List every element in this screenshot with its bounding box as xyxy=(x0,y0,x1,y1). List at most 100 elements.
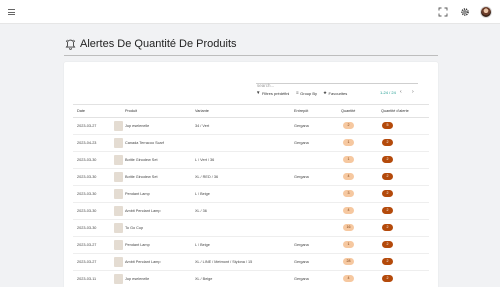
quantity-badge: 1 xyxy=(343,156,354,163)
table-row[interactable]: 2023-03-30 Ambit Pendant Lamp XL / 36 4 … xyxy=(73,203,429,220)
date-cell: 2023-03-30 xyxy=(77,192,97,196)
product-cell: Jup eselenelle xyxy=(125,124,150,128)
table-row[interactable]: 2023-03-30 Bottle Ginodew Set XL / RED /… xyxy=(73,169,429,186)
table-row[interactable]: 2023-03-30 Bottle Ginodew Set L / Vert /… xyxy=(73,152,429,169)
favourites-button[interactable]: ★ Favourites xyxy=(323,89,347,97)
variant-cell: XL / LINE / Metmont / Stylona / 15 xyxy=(195,260,253,264)
quantity-badge: 1 xyxy=(343,241,354,248)
group-by-button[interactable]: ≡ Group By xyxy=(296,89,317,97)
quantity-badge: 4 xyxy=(343,207,354,214)
quantity-badge: 2 xyxy=(343,122,354,129)
product-cell: Ambit Pendant Lamp xyxy=(125,209,161,213)
column-header-date[interactable]: Date xyxy=(77,109,85,113)
alert-quantity-badge: 2 xyxy=(382,258,393,265)
page-title: Alertes De Quantité De Produits xyxy=(80,38,237,50)
date-cell: 2023-03-30 xyxy=(77,209,97,213)
group-by-label: Group By xyxy=(300,90,318,96)
date-cell: 2023-03-30 xyxy=(77,226,97,230)
gear-icon[interactable] xyxy=(460,7,470,17)
table-row[interactable]: 2023-03-30 To Go Cup 16 2 xyxy=(73,220,429,237)
search-box xyxy=(256,74,418,90)
product-thumbnail xyxy=(114,274,123,284)
date-cell: 2023-03-30 xyxy=(77,175,97,179)
date-cell: 2023-03-27 xyxy=(77,243,97,247)
product-thumbnail xyxy=(114,155,123,165)
filters-button[interactable]: ▼ Filtres prédéfini xyxy=(256,89,289,97)
alert-quantity-badge: 5 xyxy=(382,122,393,129)
bell-icon xyxy=(65,39,76,50)
variant-cell: XL / RED / 36 xyxy=(195,175,219,179)
alert-quantity-badge: 2 xyxy=(382,156,393,163)
warehouse-cell: Gergana xyxy=(294,260,309,264)
column-header-product[interactable]: Produit xyxy=(125,109,137,113)
alert-quantity-badge: 2 xyxy=(382,275,393,282)
alert-quantity-badge: 2 xyxy=(382,139,393,146)
quantity-badge: 3 xyxy=(343,190,354,197)
expand-icon[interactable] xyxy=(438,7,448,17)
product-thumbnail xyxy=(114,240,123,250)
hamburger-icon[interactable] xyxy=(8,9,15,15)
star-icon: ★ xyxy=(323,89,328,95)
table-row[interactable]: 2023-03-30 Pendant Lamp L / Beige 3 2 xyxy=(73,186,429,203)
favourites-label: Favourites xyxy=(328,90,348,96)
group-by-icon: ≡ xyxy=(296,89,299,95)
variant-cell: 34 / Vert xyxy=(195,124,210,128)
product-thumbnail xyxy=(114,138,123,148)
product-cell: Ambit Pendant Lamp xyxy=(125,260,161,264)
date-cell: 2023-03-11 xyxy=(77,277,97,281)
variant-cell: L / Beige xyxy=(195,192,210,196)
product-cell: Pendant Lamp xyxy=(125,192,150,196)
alert-quantity-badge: 2 xyxy=(382,224,393,231)
column-header-quantity[interactable]: Quantité xyxy=(341,109,355,113)
product-thumbnail xyxy=(114,172,123,182)
quantity-badge: 16 xyxy=(343,224,354,231)
table-header: Date Produit Variante Entrepôt Quantité … xyxy=(73,104,429,118)
alert-quantity-badge: 2 xyxy=(382,190,393,197)
product-cell: Jup eselenelle xyxy=(125,277,150,281)
pager-value[interactable]: 1-24 / 24 xyxy=(380,90,396,95)
top-navbar xyxy=(0,0,500,24)
product-cell: Bottle Ginodew Set xyxy=(125,158,158,162)
variant-cell: XL / 36 xyxy=(195,209,207,213)
table-row[interactable]: 2023-03-27 Pendant Lamp L / Beige Gergan… xyxy=(73,237,429,254)
alert-quantity-badge: 2 xyxy=(382,241,393,248)
filters-label: Filtres prédéfini xyxy=(261,90,290,96)
warehouse-cell: Gergana xyxy=(294,141,309,145)
date-cell: 2023-04-23 xyxy=(77,141,97,145)
date-cell: 2023-03-27 xyxy=(77,124,97,128)
table-row[interactable]: 2023-03-27 Ambit Pendant Lamp XL / LINE … xyxy=(73,254,429,271)
pager-next-icon[interactable]: › xyxy=(412,89,414,95)
quantity-badge: 4 xyxy=(343,275,354,282)
variant-cell: XL / Beige xyxy=(195,277,213,281)
product-thumbnail xyxy=(114,257,123,267)
warehouse-cell: Gergana xyxy=(294,124,309,128)
column-header-alert-quantity[interactable]: Quantité d'alerte xyxy=(381,109,409,113)
product-thumbnail xyxy=(114,189,123,199)
warehouse-cell: Gergana xyxy=(294,243,309,247)
product-thumbnail xyxy=(114,206,123,216)
filter-icon: ▼ xyxy=(256,89,261,95)
variant-cell: L / Beige xyxy=(195,243,210,247)
table-row[interactable]: 2023-03-11 Jup eselenelle XL / Beige Ger… xyxy=(73,271,429,287)
date-cell: 2023-03-30 xyxy=(77,158,97,162)
date-cell: 2023-03-27 xyxy=(77,260,97,264)
product-thumbnail xyxy=(114,121,123,131)
alert-quantity-badge: 2 xyxy=(382,173,393,180)
product-cell: Pendant Lamp xyxy=(125,243,150,247)
alert-quantity-badge: 2 xyxy=(382,207,393,214)
quantity-badge: 4 xyxy=(343,173,354,180)
variant-cell: L / Vert / 36 xyxy=(195,158,215,162)
product-thumbnail xyxy=(114,223,123,233)
table-row[interactable]: 2023-04-23 Canada Terracoo Scarf Gergana… xyxy=(73,135,429,152)
column-header-variant[interactable]: Variante xyxy=(195,109,209,113)
warehouse-cell: Gergana xyxy=(294,175,309,179)
warehouse-cell: Gergana xyxy=(294,277,309,281)
control-toolbar: ▼ Filtres prédéfini ≡ Group By ★ Favouri… xyxy=(256,89,426,99)
quantity-badge: 28 xyxy=(343,258,354,265)
product-cell: Bottle Ginodew Set xyxy=(125,175,158,179)
column-header-warehouse[interactable]: Entrepôt xyxy=(294,109,308,113)
table-row[interactable]: 2023-03-27 Jup eselenelle 34 / Vert Gerg… xyxy=(73,118,429,135)
pager-previous-icon[interactable]: ‹ xyxy=(400,89,402,95)
user-avatar[interactable] xyxy=(480,6,492,18)
page-header: Alertes De Quantité De Produits xyxy=(64,36,438,56)
